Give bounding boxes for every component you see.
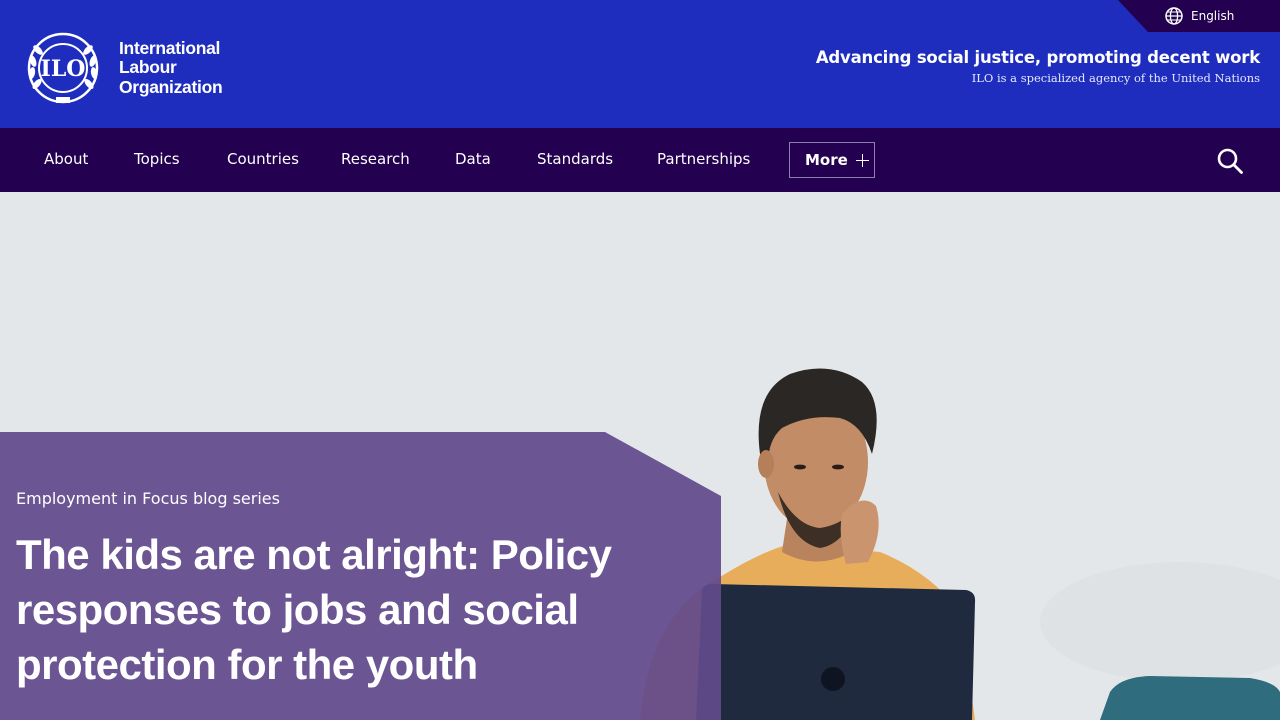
ilo-logo[interactable]: ILO International Labour Organization xyxy=(20,31,223,105)
site-tagline: Advancing social justice, promoting dece… xyxy=(816,48,1260,85)
logo-line: Organization xyxy=(119,76,223,97)
nav-item-about[interactable]: About xyxy=(44,150,88,168)
tagline-sub: ILO is a specialized agency of the Unite… xyxy=(971,71,1260,85)
nav-more-label: More xyxy=(805,151,848,169)
hero-title[interactable]: The kids are not alright: Policy respons… xyxy=(16,527,656,692)
nav-item-countries[interactable]: Countries xyxy=(227,150,299,168)
nav-item-data[interactable]: Data xyxy=(455,150,491,168)
logo-line: International xyxy=(119,37,221,58)
nav-item-topics[interactable]: Topics xyxy=(134,150,180,168)
language-label: English xyxy=(1191,9,1235,23)
site-header: English ILO International Labour Organiz… xyxy=(0,0,1280,128)
logo-line: Labour xyxy=(119,57,177,78)
nav-more-button[interactable]: More xyxy=(789,142,875,178)
nav-item-partnerships[interactable]: Partnerships xyxy=(657,150,750,168)
logo-wordmark: International Labour Organization xyxy=(119,37,223,98)
globe-icon xyxy=(1165,7,1183,25)
plus-icon xyxy=(855,153,869,167)
tagline-main: Advancing social justice, promoting dece… xyxy=(815,48,1260,67)
search-icon[interactable] xyxy=(1216,147,1244,175)
hero-banner[interactable]: Employment in Focus blog series The kids… xyxy=(0,192,1280,720)
nav-item-research[interactable]: Research xyxy=(341,150,410,168)
main-nav: About Topics Countries Research Data Sta… xyxy=(0,128,1280,192)
language-selector[interactable]: English xyxy=(1118,0,1280,32)
nav-item-standards[interactable]: Standards xyxy=(537,150,613,168)
ilo-emblem-logo: ILO xyxy=(27,32,99,104)
svg-text:ILO: ILO xyxy=(41,56,86,82)
hero-kicker[interactable]: Employment in Focus blog series xyxy=(16,489,280,508)
